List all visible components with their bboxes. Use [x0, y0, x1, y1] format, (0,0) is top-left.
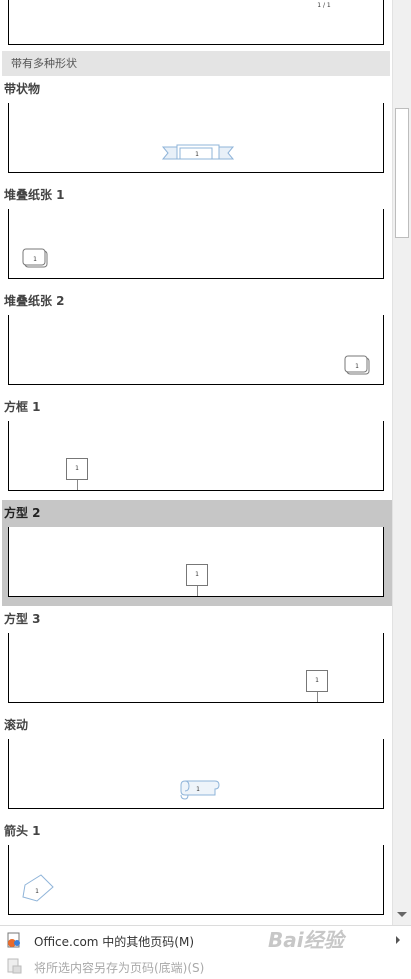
more-page-numbers-menu-item[interactable]: Office.com 中的其他页码(M)	[0, 927, 411, 953]
gallery-item-ribbon[interactable]: 1	[8, 103, 384, 173]
scrollbar-thumb[interactable]	[395, 108, 409, 238]
gallery-item-label: 滚动	[4, 718, 29, 732]
gallery-item-label: 方框 1	[4, 400, 41, 414]
box-shape-icon: 1	[306, 670, 328, 692]
gallery-item-arrow-1[interactable]: 1	[8, 845, 384, 915]
office-page-icon	[7, 932, 20, 948]
gallery-item-label: 方型 2	[4, 506, 41, 520]
page-number-text: 1	[315, 677, 319, 684]
gallery-item-label: 箭头 1	[4, 824, 41, 838]
page-number-text: 1	[195, 571, 199, 578]
gallery-footer: Office.com 中的其他页码(M) 将所选内容另存为页码(底端)(S)	[0, 925, 411, 979]
gallery-item-label: 堆叠纸张 1	[4, 188, 65, 202]
save-selection-icon	[7, 958, 22, 974]
page-number-text: 1	[355, 363, 359, 370]
gallery-item-stacked-paper-2[interactable]: 1	[8, 315, 384, 385]
gallery-item-box-3[interactable]: 1	[8, 633, 384, 703]
gallery-item-label: 带状物	[4, 82, 41, 96]
gallery-item-label: 堆叠纸张 2	[4, 294, 65, 308]
page-number-text: 1	[195, 151, 199, 158]
scroll-down-icon[interactable]	[397, 912, 407, 917]
box-stem	[197, 586, 198, 596]
gallery-item-scroll[interactable]: 1	[8, 739, 384, 809]
box-stem	[77, 480, 78, 490]
gallery-item-box-2[interactable]: 1	[8, 527, 384, 597]
box-stem	[317, 692, 318, 702]
submenu-arrow-icon	[396, 936, 400, 944]
box-shape-icon: 1	[186, 564, 208, 586]
page-number-text: 1 / 1	[317, 2, 331, 9]
gallery-item-label: 方型 3	[4, 612, 41, 626]
page-number-gallery: 1 / 1 带有多种形状 带状物 1 堆叠纸张 1 1 堆叠纸张 2 1 方框 …	[0, 0, 392, 925]
menu-item-label: 将所选内容另存为页码(底端)(S)	[34, 961, 205, 975]
page-number-text: 1	[35, 888, 39, 895]
page-number-text: 1	[75, 465, 79, 472]
save-selection-menu-item[interactable]: 将所选内容另存为页码(底端)(S)	[0, 953, 411, 979]
section-header: 带有多种形状	[2, 51, 390, 76]
box-shape-icon: 1	[66, 458, 88, 480]
gallery-item-box-1[interactable]: 1	[8, 421, 384, 491]
vertical-scrollbar[interactable]	[392, 0, 411, 925]
preview-page-x-of-y[interactable]: 1 / 1	[8, 0, 384, 45]
page-number-text: 1	[196, 786, 200, 793]
menu-item-label: Office.com 中的其他页码(M)	[34, 935, 195, 949]
gallery-item-stacked-paper-1[interactable]: 1	[8, 209, 384, 279]
watermark: Bai经验	[268, 928, 344, 952]
page-number-text: 1	[33, 256, 37, 263]
